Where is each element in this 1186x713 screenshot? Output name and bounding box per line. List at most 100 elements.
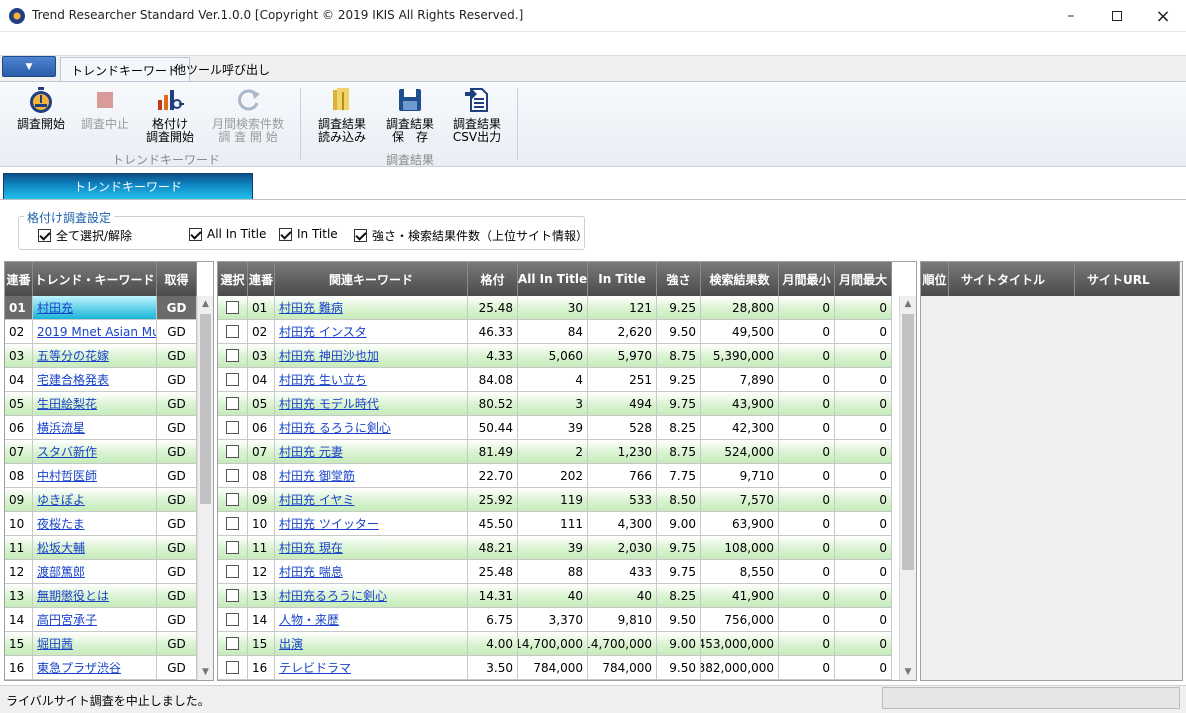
trend-keyword-link[interactable]: 村田充 (33, 296, 157, 320)
table-row[interactable]: 03 五等分の花嫁 GD (5, 344, 197, 368)
related-keyword-table[interactable]: 選択 連番 関連キーワード 格付 All In Title In Title 強さ 検索結果数… (217, 261, 917, 681)
column-header[interactable]: 取得 (157, 262, 197, 296)
table-row[interactable]: 08 中村哲医師 GD (5, 464, 197, 488)
related-keyword-link[interactable]: 村田充 難病 (275, 296, 468, 320)
trend-keyword-link[interactable]: 無期懲役とは (33, 584, 157, 608)
trend-keyword-link[interactable]: 中村哲医師 (33, 464, 157, 488)
vertical-scrollbar[interactable]: ▲ ▼ (899, 296, 916, 680)
table-row[interactable]: 022019 Mnet Asian MusicGD (5, 320, 197, 344)
related-keyword-link[interactable]: 村田充 御堂筋 (275, 464, 468, 488)
table-row[interactable]: 13 村田充るろうに剣心 14.31 40 40 8.25 41,900 0 0 (218, 584, 892, 608)
table-row[interactable]: 15 堀田茜 GD (5, 632, 197, 656)
row-select-checkbox[interactable] (226, 661, 239, 674)
vertical-scrollbar[interactable]: ▲ ▼ (197, 296, 213, 680)
table-row[interactable]: 12 村田充 喘息 25.48 88 433 9.75 8,550 0 0 (218, 560, 892, 584)
column-header[interactable]: 格付 (468, 262, 518, 296)
monthly-search-button[interactable]: 月間検索件数 調 査 開 始 (208, 86, 288, 144)
select-cell[interactable] (218, 656, 248, 680)
related-keyword-link[interactable]: 出演 (275, 632, 468, 656)
trend-keyword-table[interactable]: 連番 トレンド・キーワード 取得 01 村田充 GD 02 2019 Mnet Asian M… (4, 261, 214, 681)
row-select-checkbox[interactable] (226, 637, 239, 650)
site-info-table[interactable]: 順位 サイトタイトル サイトURL (920, 261, 1183, 681)
related-keyword-link[interactable]: 人物・来歴 (275, 608, 468, 632)
trend-keyword-link[interactable]: 宅建合格発表 (33, 368, 157, 392)
column-header[interactable]: サイトタイトル (949, 262, 1075, 296)
table-row[interactable]: 01 村田充 難病 25.48 30 121 9.25 28,800 0 0 (218, 296, 892, 320)
related-keyword-link[interactable]: 村田充 喘息 (275, 560, 468, 584)
rank-research-button[interactable]: 格付け 調査開始 (140, 86, 200, 144)
table-row[interactable]: 09 ゆきぽよ GD (5, 488, 197, 512)
start-research-button[interactable]: 調査開始 (14, 86, 68, 131)
related-keyword-link[interactable]: 村田充 るろうに剣心 (275, 416, 468, 440)
trend-keyword-link[interactable]: 夜桜たま (33, 512, 157, 536)
column-header[interactable]: 連番 (248, 262, 275, 296)
row-select-checkbox[interactable] (226, 517, 239, 530)
table-row[interactable]: 02 村田充 インスタ 46.33 84 2,620 9.50 49,500 0 0 (218, 320, 892, 344)
row-select-checkbox[interactable] (226, 613, 239, 626)
select-cell[interactable] (218, 344, 248, 368)
select-cell[interactable] (218, 536, 248, 560)
select-cell[interactable] (218, 320, 248, 344)
scroll-thumb[interactable] (200, 314, 211, 504)
select-cell[interactable] (218, 512, 248, 536)
row-select-checkbox[interactable] (226, 445, 239, 458)
select-cell[interactable] (218, 608, 248, 632)
save-results-button[interactable]: 調査結果 保 存 (382, 86, 438, 144)
table-row[interactable]: 14 高円宮承子 GD (5, 608, 197, 632)
related-keyword-link[interactable]: 村田充るろうに剣心 (275, 584, 468, 608)
select-cell[interactable] (218, 440, 248, 464)
select-cell[interactable] (218, 392, 248, 416)
trend-keyword-link[interactable]: 生田絵梨花 (33, 392, 157, 416)
related-keyword-link[interactable]: 村田充 元妻 (275, 440, 468, 464)
table-row[interactable]: 15 出演 4.00 14,700,000 14,700,000 9.00 453,000,… (218, 632, 892, 656)
table-row[interactable]: 12 渡部篤郎 GD (5, 560, 197, 584)
table-row[interactable]: 16 テレビドラマ 3.50 784,000 784,000 9.50 382,000,00… (218, 656, 892, 680)
table-row[interactable]: 06 村田充 るろうに剣心 50.44 39 528 8.25 42,300 0 0 (218, 416, 892, 440)
related-keyword-link[interactable]: 村田充 生い立ち (275, 368, 468, 392)
select-cell[interactable] (218, 296, 248, 320)
row-select-checkbox[interactable] (226, 589, 239, 602)
table-row[interactable]: 07 村田充 元妻 81.49 2 1,230 8.75 524,000 0 0 (218, 440, 892, 464)
scroll-down-icon[interactable]: ▼ (198, 664, 213, 680)
related-keyword-link[interactable]: 村田充 現在 (275, 536, 468, 560)
table-row[interactable]: 13 無期懲役とは GD (5, 584, 197, 608)
tab-other-tools[interactable]: 他ツール呼び出し (164, 57, 280, 81)
row-select-checkbox[interactable] (226, 373, 239, 386)
in-title-checkbox[interactable]: In Title (279, 227, 338, 241)
table-row[interactable]: 10 夜桜たま GD (5, 512, 197, 536)
all-in-title-checkbox[interactable]: All In Title (189, 227, 266, 241)
select-cell[interactable] (218, 488, 248, 512)
close-icon[interactable]: × (1140, 0, 1186, 32)
load-results-button[interactable]: 調査結果 読み込み (314, 86, 370, 144)
select-cell[interactable] (218, 464, 248, 488)
related-keyword-link[interactable]: 村田充 モデル時代 (275, 392, 468, 416)
table-row[interactable]: 11 村田充 現在 48.21 39 2,030 9.75 108,000 0 0 (218, 536, 892, 560)
related-keyword-link[interactable]: 村田充 神田沙也加 (275, 344, 468, 368)
export-csv-button[interactable]: 調査結果 CSV出力 (448, 86, 506, 144)
column-header[interactable]: サイトURL (1075, 262, 1180, 296)
column-header[interactable]: 月間最大 (835, 262, 892, 296)
trend-keyword-link[interactable]: 渡部篤郎 (33, 560, 157, 584)
related-keyword-link[interactable]: 村田充 ツイッター (275, 512, 468, 536)
related-keyword-link[interactable]: 村田充 インスタ (275, 320, 468, 344)
column-header[interactable]: 順位 (921, 262, 949, 296)
table-row[interactable]: 05 生田絵梨花 GD (5, 392, 197, 416)
app-menu-button[interactable]: ▼ (2, 56, 56, 77)
table-row[interactable]: 06 横浜流星 GD (5, 416, 197, 440)
section-tab-trend-keyword[interactable]: トレンドキーワード (3, 173, 253, 200)
table-row[interactable]: 14 人物・来歴 6.75 3,370 9,810 9.50 756,000 0 0 (218, 608, 892, 632)
column-header[interactable]: In Title (588, 262, 657, 296)
table-row[interactable]: 04 宅建合格発表 GD (5, 368, 197, 392)
trend-keyword-link[interactable]: 松坂大輔 (33, 536, 157, 560)
table-row[interactable]: 01 村田充 GD (5, 296, 197, 320)
column-header[interactable]: 強さ (657, 262, 701, 296)
scroll-down-icon[interactable]: ▼ (900, 664, 916, 680)
column-header[interactable]: 検索結果数 (701, 262, 779, 296)
trend-keyword-link[interactable]: 五等分の花嫁 (33, 344, 157, 368)
column-header[interactable]: 連番 (5, 262, 33, 296)
trend-keyword-link[interactable]: 横浜流星 (33, 416, 157, 440)
select-all-checkbox[interactable]: 全て選択/解除 (38, 227, 132, 244)
table-row[interactable]: 11 松坂大輔 GD (5, 536, 197, 560)
table-row[interactable]: 16 東急プラザ渋谷 GD (5, 656, 197, 680)
column-header[interactable]: 選択 (218, 262, 248, 296)
